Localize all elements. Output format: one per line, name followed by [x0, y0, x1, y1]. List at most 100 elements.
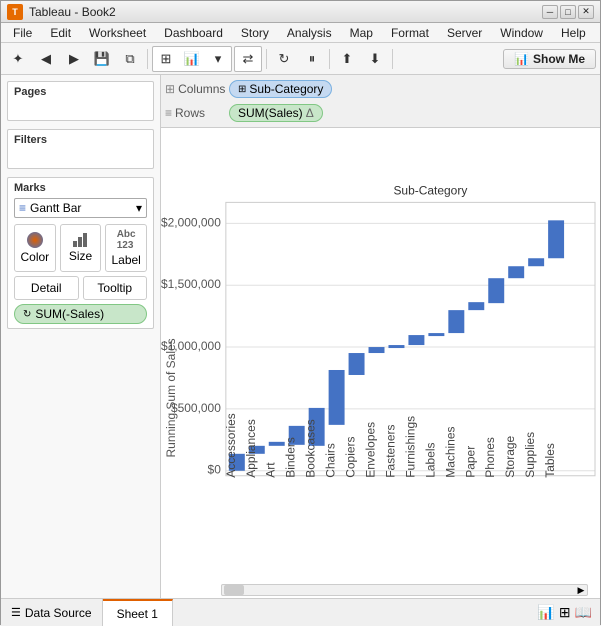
- columns-shelf: ⊞ Columns ⊞ Sub-Category: [165, 77, 596, 101]
- menu-format[interactable]: Format: [383, 25, 437, 41]
- detail-label: Detail: [31, 281, 62, 295]
- shelves: ⊞ Columns ⊞ Sub-Category ≡ Rows SUM(Sale…: [161, 75, 600, 128]
- show-me-button[interactable]: 📊 Show Me: [503, 49, 596, 69]
- menu-edit[interactable]: Edit: [42, 25, 79, 41]
- toolbar: ✦ ◀ ▶ 💾 ⧉ ⊞ 📊 ▾ ⇄ ↻ ⏸ ⬆ ⬇ 📊 Show Me: [1, 43, 600, 75]
- close-button[interactable]: ✕: [578, 5, 594, 19]
- pages-section: Pages: [7, 81, 154, 121]
- marks-buttons-grid: Color Size Abc123 Label: [14, 224, 147, 272]
- scroll-track: [244, 586, 575, 594]
- maximize-button[interactable]: □: [560, 5, 576, 19]
- bar-chart-button[interactable]: 📊: [179, 47, 205, 71]
- label-button[interactable]: Abc123 Label: [105, 224, 147, 272]
- horizontal-scrollbar[interactable]: ▶: [221, 584, 588, 596]
- app-icon: T: [7, 4, 23, 20]
- chart-svg: Sub-Category Running Sum of Sales $2,000…: [161, 138, 600, 598]
- size-icon: [73, 233, 87, 247]
- marks-dropdown-arrow: ▾: [136, 201, 142, 215]
- fit-button[interactable]: ⊞: [153, 47, 179, 71]
- size-label: Size: [69, 249, 92, 263]
- columns-pill-label: Sub-Category: [249, 82, 323, 96]
- menu-file[interactable]: File: [5, 25, 40, 41]
- marks-type-dropdown[interactable]: ≡ Gantt Bar ▾: [14, 198, 147, 218]
- rows-pill-label: SUM(Sales): [238, 106, 303, 120]
- menu-worksheet[interactable]: Worksheet: [81, 25, 154, 41]
- window-controls[interactable]: ─ □ ✕: [542, 5, 594, 19]
- marks-section: Marks ≡ Gantt Bar ▾ Color Size: [7, 177, 154, 329]
- svg-text:Paper: Paper: [463, 446, 477, 478]
- menu-server[interactable]: Server: [439, 25, 490, 41]
- label-text: Label: [111, 253, 140, 267]
- save-button[interactable]: 💾: [89, 47, 115, 71]
- toolbar-separator-4: [392, 49, 393, 69]
- marks-label: Marks: [14, 182, 147, 194]
- columns-label: ⊞ Columns: [165, 82, 225, 96]
- new-worksheet-button[interactable]: ✦: [5, 47, 31, 71]
- svg-text:$1,000,000: $1,000,000: [161, 339, 221, 353]
- svg-text:Binders: Binders: [284, 437, 298, 478]
- chart-visualization: Sub-Category Running Sum of Sales $2,000…: [161, 128, 600, 598]
- scroll-thumb: [224, 585, 244, 595]
- svg-text:Furnishings: Furnishings: [403, 416, 417, 478]
- sort-desc-button[interactable]: ⬇: [362, 47, 388, 71]
- svg-text:Phones: Phones: [483, 437, 497, 478]
- svg-text:Accessories: Accessories: [224, 413, 238, 478]
- toolbar-separator-2: [266, 49, 267, 69]
- show-me-label: Show Me: [533, 52, 585, 66]
- tab-sheet1[interactable]: Sheet 1: [103, 599, 173, 626]
- y-axis-label: Running Sum of Sales: [164, 338, 178, 457]
- menu-analysis[interactable]: Analysis: [279, 25, 340, 41]
- sort-asc-button[interactable]: ⬆: [334, 47, 360, 71]
- svg-text:Labels: Labels: [423, 442, 437, 477]
- rows-pill[interactable]: SUM(Sales) Δ: [229, 104, 323, 122]
- status-icons: 📊 ⊞ 📖: [537, 604, 600, 621]
- sum-sales-pill[interactable]: ↻ SUM(-Sales): [14, 304, 147, 324]
- svg-text:Supplies: Supplies: [523, 432, 537, 478]
- pages-label: Pages: [14, 86, 147, 98]
- detail-button[interactable]: Detail: [14, 276, 79, 300]
- svg-text:Tables: Tables: [543, 443, 557, 478]
- main-layout: Pages Filters Marks ≡ Gantt Bar ▾ Color: [1, 75, 600, 598]
- marks-row-2: Detail Tooltip: [14, 276, 147, 300]
- color-icon: [27, 232, 43, 248]
- svg-text:Storage: Storage: [503, 435, 517, 477]
- chart-option-button[interactable]: ▾: [205, 47, 231, 71]
- sheet1-label: Sheet 1: [117, 607, 158, 621]
- tab-datasource[interactable]: ☰ Data Source: [1, 599, 103, 626]
- title-bar: T Tableau - Book2 ─ □ ✕: [1, 1, 600, 23]
- forward-button[interactable]: ▶: [61, 47, 87, 71]
- menu-dashboard[interactable]: Dashboard: [156, 25, 231, 41]
- duplicate-button[interactable]: ⧉: [117, 47, 143, 71]
- swap-button[interactable]: ⇄: [235, 47, 261, 71]
- color-button[interactable]: Color: [14, 224, 56, 272]
- tooltip-label: Tooltip: [97, 281, 132, 295]
- swap-group: ⇄: [234, 46, 262, 72]
- menu-map[interactable]: Map: [342, 25, 381, 41]
- left-panel: Pages Filters Marks ≡ Gantt Bar ▾ Color: [1, 75, 161, 598]
- svg-text:$500,000: $500,000: [171, 401, 221, 415]
- view-group: ⊞ 📊 ▾: [152, 46, 232, 72]
- columns-pill[interactable]: ⊞ Sub-Category: [229, 80, 332, 98]
- new-dashboard-icon[interactable]: ⊞: [559, 604, 571, 621]
- menu-help[interactable]: Help: [553, 25, 594, 41]
- label-icon: Abc123: [117, 229, 136, 251]
- svg-text:Art: Art: [264, 462, 278, 478]
- size-button[interactable]: Size: [60, 224, 102, 272]
- chart-title: Sub-Category: [393, 183, 467, 197]
- svg-text:$1,500,000: $1,500,000: [161, 277, 221, 291]
- refresh-button[interactable]: ↻: [271, 47, 297, 71]
- pause-button[interactable]: ⏸: [299, 47, 325, 71]
- sum-pill-icon: ↻: [23, 309, 31, 320]
- filters-section: Filters: [7, 129, 154, 169]
- menu-window[interactable]: Window: [492, 25, 551, 41]
- svg-text:Machines: Machines: [443, 427, 457, 478]
- new-worksheet-icon[interactable]: 📊: [537, 604, 554, 621]
- columns-pill-icon: ⊞: [238, 84, 246, 95]
- menu-story[interactable]: Story: [233, 25, 277, 41]
- scroll-right-arrow[interactable]: ▶: [575, 585, 587, 596]
- minimize-button[interactable]: ─: [542, 5, 558, 19]
- tooltip-button[interactable]: Tooltip: [83, 276, 148, 300]
- svg-text:Bookcases: Bookcases: [304, 419, 318, 478]
- new-story-icon[interactable]: 📖: [575, 604, 592, 621]
- back-button[interactable]: ◀: [33, 47, 59, 71]
